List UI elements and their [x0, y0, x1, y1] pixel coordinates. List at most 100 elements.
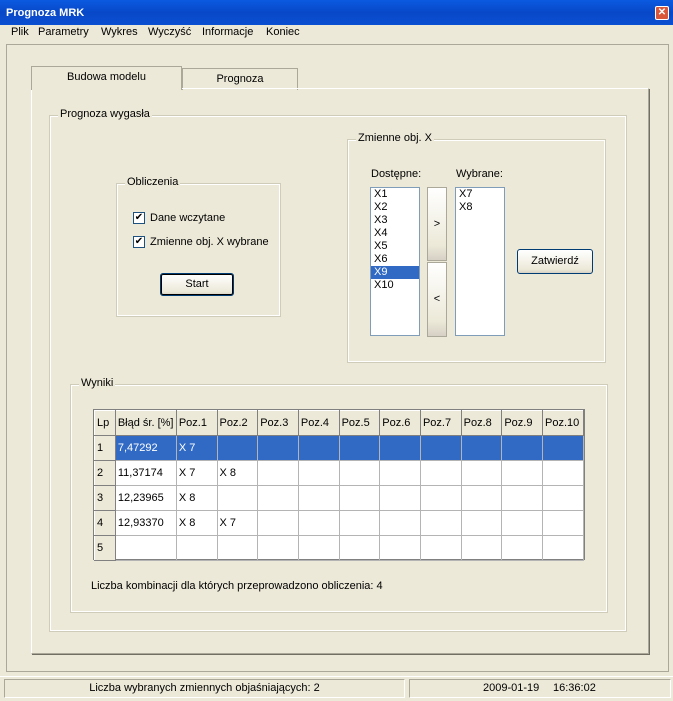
column-header[interactable]: Poz.8: [460, 410, 503, 436]
column-header[interactable]: Poz.9: [501, 410, 544, 436]
menu-wykres[interactable]: Wykres: [101, 26, 138, 38]
table-cell[interactable]: X 7: [175, 435, 218, 461]
available-list[interactable]: X1 X2 X3 X4 X5 X6 X9 X10: [370, 187, 420, 336]
column-header[interactable]: Lp: [94, 410, 116, 436]
table-cell[interactable]: [419, 510, 462, 536]
vars-selected-checkbox[interactable]: ✔ Zmienne obj. X wybrane: [133, 236, 278, 250]
table-cell[interactable]: [297, 510, 340, 536]
table-row[interactable]: 4 12,93370 X 8 X 7: [94, 510, 584, 536]
list-item[interactable]: X7: [456, 188, 504, 201]
table-cell[interactable]: X 8: [216, 460, 259, 486]
column-header[interactable]: Poz.2: [216, 410, 259, 436]
table-cell[interactable]: X 7: [175, 460, 218, 486]
menu-parametry[interactable]: Parametry: [38, 26, 89, 38]
table-cell[interactable]: [460, 435, 503, 461]
table-cell[interactable]: X 7: [216, 510, 259, 536]
table-cell[interactable]: [297, 460, 340, 486]
column-header[interactable]: Poz.3: [257, 410, 299, 436]
list-item[interactable]: X4: [371, 227, 419, 240]
column-header[interactable]: Błąd śr. [%]: [114, 410, 177, 436]
table-row[interactable]: 2 11,37174 X 7 X 8: [94, 460, 584, 486]
table-cell[interactable]: [338, 510, 381, 536]
table-cell[interactable]: [542, 460, 584, 486]
table-cell[interactable]: [419, 535, 462, 561]
table-cell[interactable]: [338, 485, 381, 511]
table-cell[interactable]: [419, 435, 462, 461]
table-row[interactable]: 5: [94, 535, 584, 561]
list-item[interactable]: X1: [371, 188, 419, 201]
title-bar[interactable]: Prognoza MRK ✕: [0, 0, 673, 25]
table-cell[interactable]: [542, 485, 584, 511]
table-cell[interactable]: [257, 485, 299, 511]
table-cell[interactable]: [216, 485, 259, 511]
table-row[interactable]: 3 12,23965 X 8: [94, 485, 584, 511]
data-loaded-checkbox[interactable]: ✔ Dane wczytane: [133, 212, 273, 226]
selected-list[interactable]: X7 X8: [455, 187, 505, 336]
menu-koniec[interactable]: Koniec: [266, 26, 300, 38]
remove-variable-button[interactable]: <: [427, 262, 447, 337]
list-item[interactable]: X2: [371, 201, 419, 214]
table-cell[interactable]: [501, 535, 544, 561]
tab-budowa-modelu[interactable]: Budowa modelu: [31, 66, 182, 90]
table-cell[interactable]: [297, 535, 340, 561]
table-cell[interactable]: [216, 435, 259, 461]
list-item[interactable]: X10: [371, 279, 419, 292]
list-item-selected[interactable]: X9: [371, 266, 419, 279]
list-item[interactable]: X6: [371, 253, 419, 266]
table-cell[interactable]: X 8: [175, 510, 218, 536]
column-header[interactable]: Poz.1: [175, 410, 218, 436]
tab-prognoza[interactable]: Prognoza: [182, 68, 298, 90]
table-cell[interactable]: 12,93370: [114, 510, 177, 536]
list-item[interactable]: X3: [371, 214, 419, 227]
list-item[interactable]: X8: [456, 201, 504, 214]
check-icon[interactable]: ✔: [133, 236, 145, 248]
menu-plik[interactable]: Plik: [11, 26, 29, 38]
table-cell[interactable]: [460, 535, 503, 561]
table-cell[interactable]: [379, 535, 421, 561]
column-header[interactable]: Poz.6: [379, 410, 421, 436]
table-cell[interactable]: [460, 510, 503, 536]
row-header[interactable]: 5: [94, 535, 116, 561]
table-cell[interactable]: [542, 535, 584, 561]
table-cell[interactable]: 12,23965: [114, 485, 177, 511]
table-cell[interactable]: X 8: [175, 485, 218, 511]
table-cell[interactable]: 11,37174: [114, 460, 177, 486]
row-header[interactable]: 3: [94, 485, 116, 511]
column-header[interactable]: Poz.4: [297, 410, 340, 436]
table-cell[interactable]: [297, 435, 340, 461]
table-cell[interactable]: [338, 535, 381, 561]
table-cell[interactable]: [419, 485, 462, 511]
column-header[interactable]: Poz.5: [338, 410, 381, 436]
column-header[interactable]: Poz.10: [542, 410, 584, 436]
table-cell[interactable]: [216, 535, 259, 561]
table-cell[interactable]: [419, 460, 462, 486]
table-cell[interactable]: [114, 535, 177, 561]
table-cell[interactable]: [542, 435, 584, 461]
table-cell[interactable]: [460, 460, 503, 486]
table-cell[interactable]: [175, 535, 218, 561]
table-cell[interactable]: [460, 485, 503, 511]
table-cell[interactable]: [257, 460, 299, 486]
table-cell[interactable]: [379, 485, 421, 511]
row-header[interactable]: 4: [94, 510, 116, 536]
table-row-selected[interactable]: 1 7,47292 X 7: [94, 435, 584, 461]
start-button[interactable]: Start: [160, 273, 234, 296]
results-grid[interactable]: Lp Błąd śr. [%] Poz.1 Poz.2 Poz.3 Poz.4 …: [93, 409, 585, 561]
column-header[interactable]: Poz.7: [419, 410, 462, 436]
table-cell[interactable]: [501, 460, 544, 486]
table-cell[interactable]: [501, 435, 544, 461]
table-cell[interactable]: 7,47292: [114, 435, 177, 461]
table-cell[interactable]: [257, 510, 299, 536]
table-cell[interactable]: [297, 485, 340, 511]
list-item[interactable]: X5: [371, 240, 419, 253]
row-header[interactable]: 2: [94, 460, 116, 486]
check-icon[interactable]: ✔: [133, 212, 145, 224]
table-cell[interactable]: [542, 510, 584, 536]
menu-informacje[interactable]: Informacje: [202, 26, 253, 38]
table-cell[interactable]: [257, 535, 299, 561]
table-cell[interactable]: [379, 435, 421, 461]
table-cell[interactable]: [338, 435, 381, 461]
row-header[interactable]: 1: [94, 435, 116, 461]
table-cell[interactable]: [257, 435, 299, 461]
add-variable-button[interactable]: >: [427, 187, 447, 261]
